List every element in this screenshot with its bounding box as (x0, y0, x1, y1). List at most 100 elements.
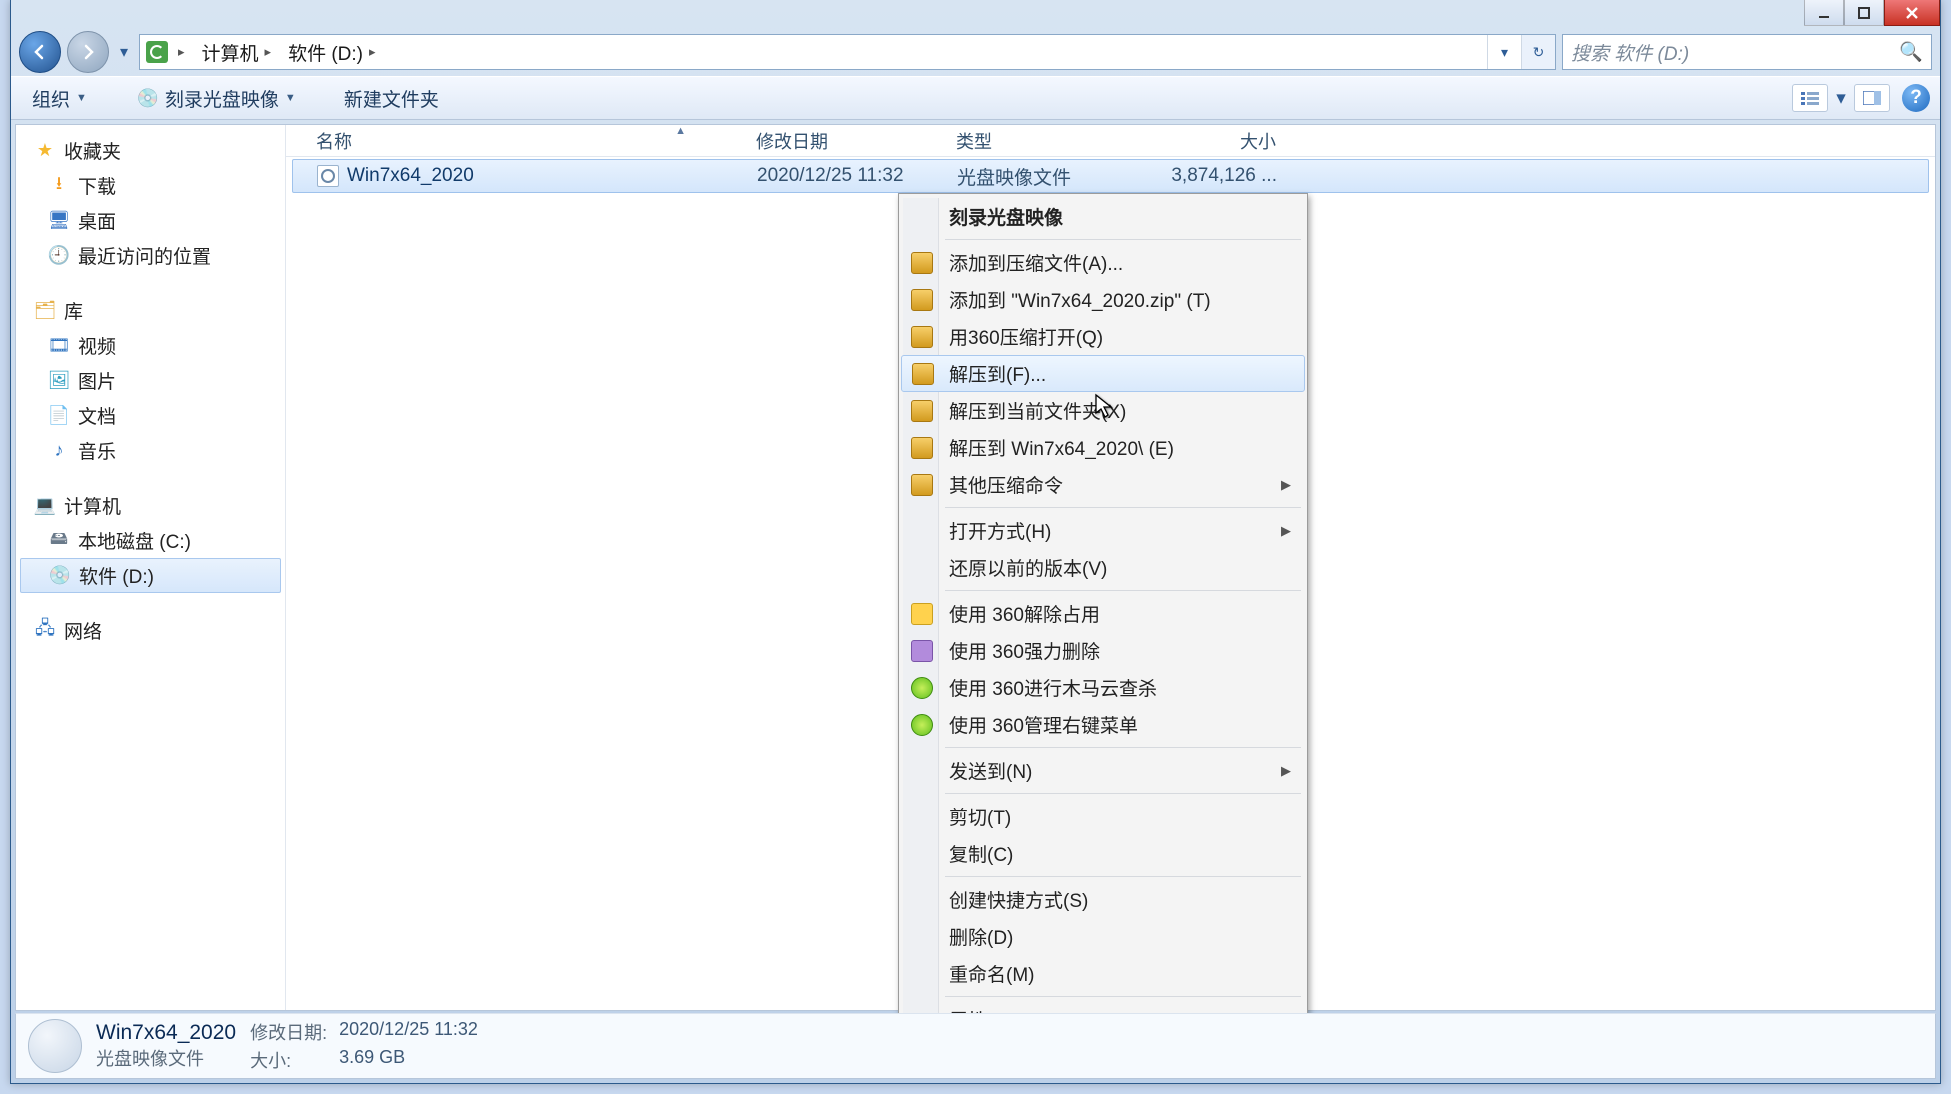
drive-icon: 💿 (49, 565, 71, 587)
nav-tree: ★收藏夹 ⭳下载 🖥桌面 🕘最近访问的位置 🗂库 🎞视频 🖼图片 📄文档 ♪音乐… (16, 125, 286, 1010)
col-name[interactable]: 名称▲ (306, 128, 746, 154)
tree-libraries[interactable]: 🗂库 (20, 293, 281, 328)
tree-videos[interactable]: 🎞视频 (20, 328, 281, 363)
submenu-arrow-icon: ▶ (1281, 763, 1291, 779)
help-button[interactable]: ? (1902, 84, 1930, 112)
file-date: 2020/12/25 11:32 (747, 165, 947, 187)
col-size[interactable]: 大小 (1146, 128, 1286, 154)
ctx-extract-to[interactable]: 解压到(F)... (901, 355, 1305, 392)
search-icon: 🔍 (1899, 40, 1923, 64)
ctx-add-to-archive[interactable]: 添加到压缩文件(A)... (901, 244, 1305, 281)
ctx-extract-here[interactable]: 解压到当前文件夹(X) (901, 392, 1305, 429)
details-pane: Win7x64_2020 光盘映像文件 修改日期: 2020/12/25 11:… (15, 1013, 1936, 1079)
context-menu: 刻录光盘映像 添加到压缩文件(A)... 添加到 "Win7x64_2020.z… (898, 193, 1308, 1043)
minimize-button[interactable] (1804, 0, 1844, 26)
close-button[interactable] (1884, 0, 1940, 26)
tree-recent[interactable]: 🕘最近访问的位置 (20, 238, 281, 273)
ctx-rename[interactable]: 重命名(M) (901, 955, 1305, 992)
preview-pane-button[interactable] (1854, 84, 1890, 112)
tree-drive-d[interactable]: 💿软件 (D:) (20, 558, 281, 593)
col-type[interactable]: 类型 (946, 128, 1146, 154)
tree-favorites[interactable]: ★收藏夹 (20, 133, 281, 168)
disc-icon: 💿 (137, 87, 159, 109)
breadcrumb-drive[interactable]: 软件 (D:) ▸ (282, 35, 386, 69)
tree-music[interactable]: ♪音乐 (20, 433, 281, 468)
ctx-burn-image[interactable]: 刻录光盘映像 (901, 198, 1305, 235)
360-icon (911, 714, 933, 736)
ctx-restore-previous[interactable]: 还原以前的版本(V) (901, 549, 1305, 586)
library-icon: 🗂 (34, 300, 56, 322)
drive-icon (146, 41, 168, 63)
col-date[interactable]: 修改日期 (746, 128, 946, 154)
details-name: Win7x64_2020 (96, 1021, 236, 1045)
breadcrumb-chevron[interactable]: ▸ (172, 35, 196, 69)
maximize-button[interactable] (1844, 0, 1884, 26)
tree-pictures[interactable]: 🖼图片 (20, 363, 281, 398)
tree-drive-c[interactable]: 🖴本地磁盘 (C:) (20, 523, 281, 558)
details-date-label: 修改日期: (250, 1019, 327, 1045)
star-icon: ★ (34, 140, 56, 162)
hdd-icon: 🖴 (48, 530, 70, 552)
network-icon: 🖧 (34, 620, 56, 642)
video-icon: 🎞 (48, 335, 70, 357)
360-icon (911, 603, 933, 625)
file-size: 3,874,126 ... (1147, 165, 1287, 187)
breadcrumb-computer[interactable]: 计算机 ▸ (196, 35, 283, 69)
archive-icon (911, 437, 933, 459)
tree-downloads[interactable]: ⭳下载 (20, 168, 281, 203)
view-mode-button[interactable] (1792, 84, 1828, 112)
view-mode-dropdown[interactable]: ▾ (1832, 80, 1850, 116)
forward-button[interactable] (67, 31, 109, 73)
computer-icon: 💻 (34, 495, 56, 517)
tree-desktop[interactable]: 🖥桌面 (20, 203, 281, 238)
details-type: 光盘映像文件 (96, 1045, 236, 1071)
ctx-360-force-delete[interactable]: 使用 360强力删除 (901, 632, 1305, 669)
archive-icon (911, 474, 933, 496)
ctx-360-manage-menu[interactable]: 使用 360管理右键菜单 (901, 706, 1305, 743)
ctx-copy[interactable]: 复制(C) (901, 835, 1305, 872)
ctx-360-unlock[interactable]: 使用 360解除占用 (901, 595, 1305, 632)
sort-asc-icon: ▲ (675, 125, 686, 137)
search-box[interactable]: 搜索 软件 (D:) 🔍 (1562, 34, 1932, 70)
burn-image-button[interactable]: 💿刻录光盘映像▼ (126, 80, 307, 117)
ctx-delete[interactable]: 删除(D) (901, 918, 1305, 955)
desktop-icon: 🖥 (48, 210, 70, 232)
details-file-icon (28, 1019, 82, 1073)
nav-row: ▾ ▸ 计算机 ▸ 软件 (D:) ▸ ▾ ↻ 搜索 软件 (D:) 🔍 (11, 28, 1940, 76)
file-list: 名称▲ 修改日期 类型 大小 Win7x64_2020 2020/12/25 1… (286, 125, 1935, 1010)
ctx-open-with[interactable]: 打开方式(H)▶ (901, 512, 1305, 549)
iso-file-icon (317, 165, 339, 187)
window-controls (1804, 0, 1940, 26)
explorer-window: ▾ ▸ 计算机 ▸ 软件 (D:) ▸ ▾ ↻ 搜索 软件 (D:) 🔍 组织▼… (10, 0, 1941, 1084)
tree-documents[interactable]: 📄文档 (20, 398, 281, 433)
360-icon (911, 640, 933, 662)
back-button[interactable] (19, 31, 61, 73)
address-dropdown[interactable]: ▾ (1487, 35, 1521, 69)
address-bar[interactable]: ▸ 计算机 ▸ 软件 (D:) ▸ ▾ ↻ (139, 34, 1556, 70)
column-headers: 名称▲ 修改日期 类型 大小 (286, 125, 1935, 157)
ctx-add-to-zip[interactable]: 添加到 "Win7x64_2020.zip" (T) (901, 281, 1305, 318)
ctx-extract-to-folder[interactable]: 解压到 Win7x64_2020\ (E) (901, 429, 1305, 466)
organize-button[interactable]: 组织▼ (21, 80, 98, 117)
ctx-create-shortcut[interactable]: 创建快捷方式(S) (901, 881, 1305, 918)
search-placeholder: 搜索 软件 (D:) (1571, 39, 1689, 66)
nav-history-dropdown[interactable]: ▾ (115, 34, 133, 70)
ctx-other-compress[interactable]: 其他压缩命令▶ (901, 466, 1305, 503)
tree-network[interactable]: 🖧网络 (20, 613, 281, 648)
new-folder-button[interactable]: 新建文件夹 (333, 80, 450, 117)
details-size-label: 大小: (250, 1047, 327, 1073)
tree-computer[interactable]: 💻计算机 (20, 488, 281, 523)
ctx-cut[interactable]: 剪切(T) (901, 798, 1305, 835)
refresh-button[interactable]: ↻ (1521, 35, 1555, 69)
downloads-icon: ⭳ (48, 175, 70, 197)
360-icon (911, 677, 933, 699)
ctx-360-cloud-scan[interactable]: 使用 360进行木马云查杀 (901, 669, 1305, 706)
recent-icon: 🕘 (48, 245, 70, 267)
ctx-send-to[interactable]: 发送到(N)▶ (901, 752, 1305, 789)
file-row[interactable]: Win7x64_2020 2020/12/25 11:32 光盘映像文件 3,8… (292, 159, 1929, 193)
document-icon: 📄 (48, 405, 70, 427)
file-type: 光盘映像文件 (947, 163, 1147, 190)
details-date-value: 2020/12/25 11:32 (339, 1019, 478, 1045)
archive-icon (912, 363, 934, 385)
ctx-open-with-360zip[interactable]: 用360压缩打开(Q) (901, 318, 1305, 355)
